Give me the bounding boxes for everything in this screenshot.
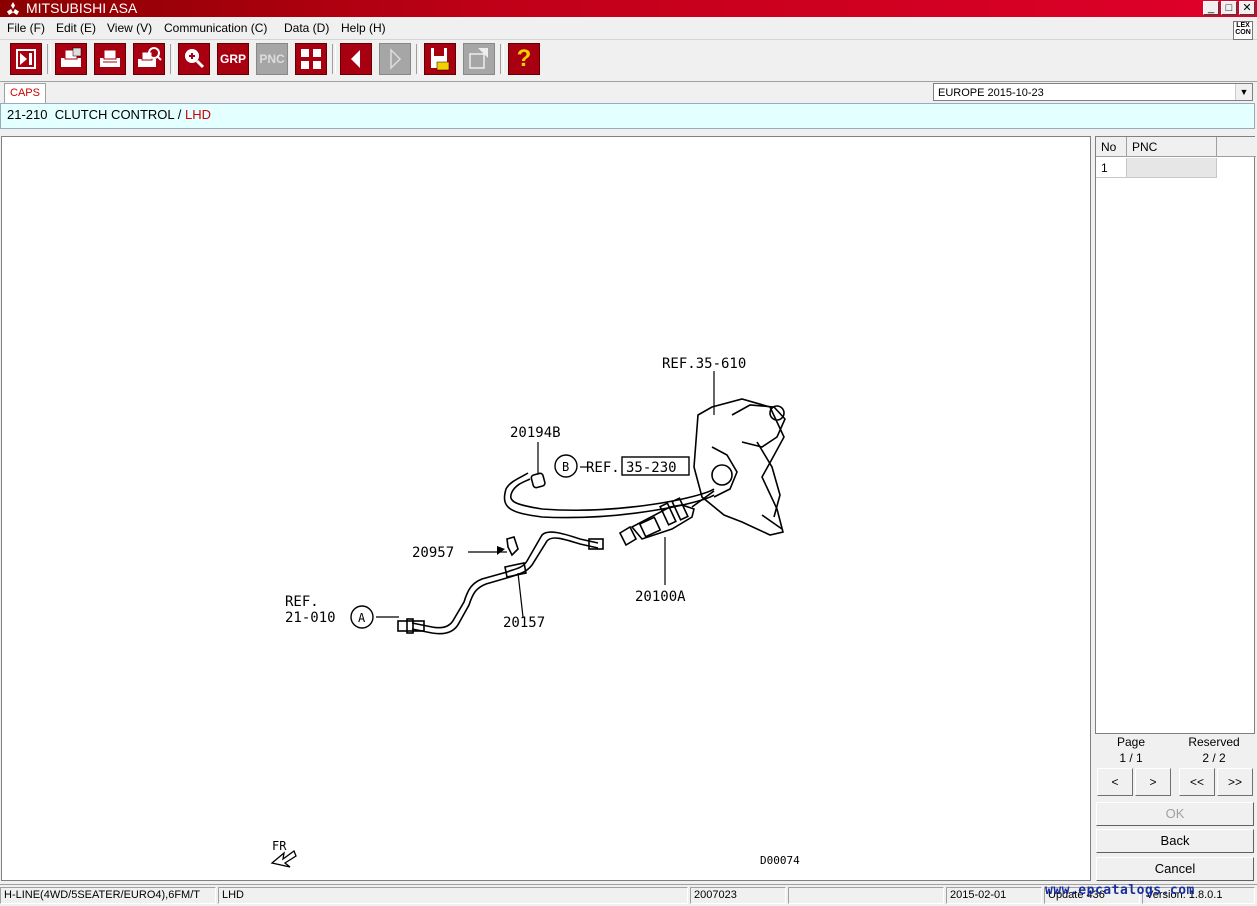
reserved-value: 2 / 2 xyxy=(1202,751,1226,765)
toolbar: GRP PNC ? xyxy=(0,40,1257,82)
page-value: 1 / 1 xyxy=(1119,751,1143,765)
prev-button[interactable] xyxy=(340,43,372,75)
toolbar-separator xyxy=(47,44,51,74)
label-part-20157[interactable]: 20157 xyxy=(503,615,545,631)
last-page-button[interactable]: >> xyxy=(1217,768,1253,796)
lexicon-button[interactable]: LEX CON xyxy=(1233,21,1253,40)
clutch-control-illustration: REF.35-610 20194B B REF. 35-230 20957 RE… xyxy=(270,356,800,868)
status-date: 2015-02-01 xyxy=(946,887,1042,904)
save-icon xyxy=(431,48,450,71)
first-page-button[interactable]: << xyxy=(1179,768,1215,796)
toolbar-separator xyxy=(500,44,504,74)
parts-list[interactable]: No PNC 1 xyxy=(1095,136,1256,734)
column-header-no[interactable]: No xyxy=(1096,137,1127,157)
cancel-button[interactable]: Cancel xyxy=(1096,857,1254,881)
label-ref-21-010-line2[interactable]: 21-010 xyxy=(285,610,336,626)
label-ref-35-230[interactable]: 35-230 xyxy=(626,460,677,476)
toolbar-separator xyxy=(416,44,420,74)
menu-data[interactable]: Data (D) xyxy=(284,21,329,35)
status-empty xyxy=(788,887,944,904)
menu-view[interactable]: View (V) xyxy=(107,21,152,35)
mitsubishi-logo-icon xyxy=(7,2,19,15)
print-search-button[interactable] xyxy=(133,43,165,75)
ok-button[interactable]: OK xyxy=(1096,802,1254,826)
print-search-icon xyxy=(138,47,162,67)
menu-bar: File (F) Edit (E) View (V) Communication… xyxy=(0,17,1257,40)
menu-file[interactable]: File (F) xyxy=(7,21,45,35)
region-select[interactable]: EUROPE 2015-10-23 ▼ xyxy=(933,83,1253,101)
label-part-20100a[interactable]: 20100A xyxy=(635,589,686,605)
page-label: Page xyxy=(1116,735,1146,749)
grid-icon xyxy=(301,49,321,69)
save-button[interactable] xyxy=(424,43,456,75)
label-ref-35-610[interactable]: REF.35-610 xyxy=(662,356,746,372)
pnc-button[interactable]: PNC xyxy=(256,43,288,75)
chevron-down-icon[interactable]: ▼ xyxy=(1235,84,1252,100)
pedal-bracket xyxy=(693,398,785,536)
section-code: 21-210 xyxy=(7,107,48,122)
next-page-button[interactable]: > xyxy=(1135,768,1171,796)
export-button[interactable] xyxy=(463,43,495,75)
exit-button[interactable] xyxy=(10,43,42,75)
print-preview-button[interactable] xyxy=(55,43,87,75)
label-ref-prefix: REF. xyxy=(586,460,620,476)
magnifier-plus-icon xyxy=(185,49,205,69)
status-model: H-LINE(4WD/5SEATER/EURO4),6FM/T xyxy=(0,887,216,904)
section-heading: 21-210 CLUTCH CONTROL / LHD xyxy=(0,103,1255,129)
printer-icon xyxy=(100,49,120,67)
toolbar-separator xyxy=(170,44,174,74)
menu-help[interactable]: Help (H) xyxy=(341,21,386,35)
column-header-filler xyxy=(1217,137,1256,157)
help-button[interactable]: ? xyxy=(508,43,540,75)
zoom-button[interactable] xyxy=(178,43,210,75)
grid-button[interactable] xyxy=(295,43,327,75)
label-circle-a: A xyxy=(358,611,366,625)
toolbar-separator xyxy=(332,44,336,74)
table-row-no[interactable]: 1 xyxy=(1096,158,1127,178)
arrow-right-icon xyxy=(390,48,402,70)
diagram-id: D00074 xyxy=(760,854,800,867)
reserved-label: Reserved xyxy=(1188,735,1240,749)
maximize-button[interactable]: □ xyxy=(1221,1,1237,15)
region-select-value: EUROPE 2015-10-23 xyxy=(938,87,1044,99)
label-circle-b: B xyxy=(562,460,569,474)
right-panel: No PNC 1 Page 1 / 1 Reserved 2 / 2 < > <… xyxy=(1095,136,1257,881)
heading-separator: / xyxy=(177,107,182,122)
label-part-20957[interactable]: 20957 xyxy=(412,545,454,561)
title-bar: MITSUBISHI ASA _ □ ✕ xyxy=(0,0,1257,17)
grp-button[interactable]: GRP xyxy=(217,43,249,75)
window-title: MITSUBISHI ASA xyxy=(26,0,138,16)
column-header-pnc[interactable]: PNC xyxy=(1127,137,1217,157)
print-preview-icon xyxy=(61,47,82,67)
close-button[interactable]: ✕ xyxy=(1239,1,1255,15)
label-fr: FR xyxy=(272,839,287,853)
label-ref-21-010-line1: REF. xyxy=(285,594,319,610)
status-drive: LHD xyxy=(218,887,688,904)
pipe-clip xyxy=(506,536,519,557)
menu-edit[interactable]: Edit (E) xyxy=(56,21,96,35)
export-icon xyxy=(469,48,488,69)
next-button[interactable] xyxy=(379,43,411,75)
menu-communication[interactable]: Communication (C) xyxy=(164,21,267,35)
front-direction-arrow-icon xyxy=(270,849,297,868)
section-variant: LHD xyxy=(185,107,212,122)
arrow-left-icon xyxy=(351,50,360,68)
minimize-button[interactable]: _ xyxy=(1203,1,1219,15)
back-button[interactable]: Back xyxy=(1096,829,1254,853)
tab-row: CAPS EUROPE 2015-10-23 ▼ xyxy=(0,82,1257,103)
exit-icon xyxy=(16,49,36,69)
print-button[interactable] xyxy=(94,43,126,75)
watermark: www.epcatalogs.com xyxy=(1045,883,1195,898)
prev-page-button[interactable]: < xyxy=(1097,768,1133,796)
status-code: 2007023 xyxy=(690,887,786,904)
table-row-pnc[interactable] xyxy=(1127,158,1217,178)
tab-caps[interactable]: CAPS xyxy=(4,83,46,103)
section-title: CLUTCH CONTROL xyxy=(54,107,175,122)
status-bar: H-LINE(4WD/5SEATER/EURO4),6FM/T LHD 2007… xyxy=(0,883,1257,906)
label-part-20194b[interactable]: 20194B xyxy=(510,425,561,441)
parts-diagram[interactable]: REF.35-610 20194B B REF. 35-230 20957 RE… xyxy=(1,136,1091,881)
